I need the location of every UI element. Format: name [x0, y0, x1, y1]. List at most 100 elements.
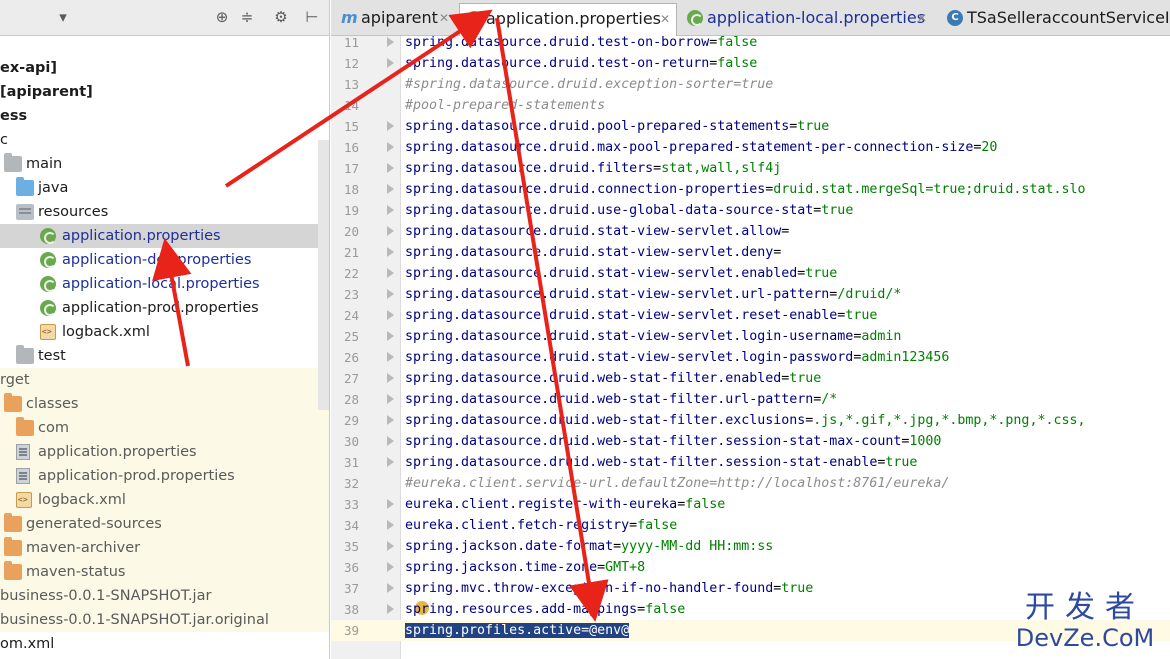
fold-marker-icon[interactable] — [387, 583, 394, 593]
fold-marker-icon[interactable] — [387, 520, 394, 530]
code-line[interactable]: 31 spring.datasource.druid.web-stat-filte… — [331, 452, 1170, 473]
fold-marker-icon[interactable] — [387, 394, 394, 404]
tree-item[interactable]: ex-api] — [0, 56, 329, 80]
tree-item[interactable]: maven-archiver — [0, 536, 329, 560]
project-scrollbar[interactable] — [318, 140, 329, 410]
fold-marker-icon[interactable] — [387, 310, 394, 320]
code-text: spring.datasource.druid.stat-view-servle… — [405, 221, 789, 242]
tab-service-impl[interactable]: C TSaSelleraccountServiceImp — [941, 3, 1170, 33]
tree-item[interactable]: application-prod.properties — [0, 296, 329, 320]
fold-marker-icon[interactable] — [387, 373, 394, 383]
code-line[interactable]: 23 spring.datasource.druid.stat-view-serv… — [331, 284, 1170, 305]
code-text: spring.datasource.druid.use-global-data-… — [405, 200, 853, 221]
code-line[interactable]: 24 spring.datasource.druid.stat-view-serv… — [331, 305, 1170, 326]
tree-item-label: application.properties — [38, 444, 197, 460]
fold-marker-icon[interactable] — [387, 268, 394, 278]
fold-marker-icon[interactable] — [387, 121, 394, 131]
fold-marker-icon[interactable] — [387, 331, 394, 341]
code-line[interactable]: 21 spring.datasource.druid.stat-view-serv… — [331, 242, 1170, 263]
fold-marker-icon[interactable] — [387, 604, 394, 614]
code-line[interactable]: 14 #pool-prepared-statements — [331, 95, 1170, 116]
fold-marker-icon[interactable] — [387, 541, 394, 551]
tree-item[interactable]: logback.xml — [0, 320, 329, 344]
code-line[interactable]: 26 spring.datasource.druid.stat-view-serv… — [331, 347, 1170, 368]
code-line[interactable]: 34 eureka.client.fetch-registry=false — [331, 515, 1170, 536]
collapse-all-icon[interactable]: ≑ — [238, 8, 256, 26]
hide-panel-icon[interactable]: ⊢ — [303, 8, 321, 26]
property-value: admin — [861, 329, 902, 344]
code-line[interactable]: 30 spring.datasource.druid.web-stat-filte… — [331, 431, 1170, 452]
code-line[interactable]: 29 spring.datasource.druid.web-stat-filte… — [331, 410, 1170, 431]
gear-icon[interactable]: ⚙ — [272, 8, 290, 26]
tree-item[interactable]: business-0.0.1-SNAPSHOT.jar — [0, 584, 329, 608]
tree-item[interactable]: om.xml — [0, 632, 329, 656]
fold-marker-icon[interactable] — [387, 226, 394, 236]
fold-marker-icon[interactable] — [387, 289, 394, 299]
tree-item[interactable]: classes — [0, 392, 329, 416]
tree-item-label: ess — [0, 108, 28, 124]
code-line[interactable]: 13 #spring.datasource.druid.exception-sor… — [331, 74, 1170, 95]
fold-marker-icon[interactable] — [387, 142, 394, 152]
code-line[interactable]: 33 eureka.client.register-with-eureka=fal… — [331, 494, 1170, 515]
code-line[interactable]: 11 spring.datasource.druid.test-on-borrow… — [331, 36, 1170, 53]
tree-item[interactable]: application.properties — [0, 440, 329, 464]
close-icon[interactable]: ✕ — [917, 3, 927, 33]
chevron-down-icon[interactable]: ▾ — [54, 8, 72, 26]
fold-marker-icon[interactable] — [387, 205, 394, 215]
tree-item[interactable]: application-dev.properties — [0, 248, 329, 272]
tree-item[interactable]: maven-status — [0, 560, 329, 584]
tree-item[interactable]: application-prod.properties — [0, 464, 329, 488]
code-line[interactable]: 19 spring.datasource.druid.use-global-dat… — [331, 200, 1170, 221]
tab-apiparent[interactable]: m apiparent ✕ — [335, 3, 453, 33]
tree-item[interactable]: business-0.0.1-SNAPSHOT.jar.original — [0, 608, 329, 632]
tree-item[interactable]: application-local.properties — [0, 272, 329, 296]
line-number: 37 — [343, 581, 359, 596]
fold-marker-icon[interactable] — [387, 436, 394, 446]
close-icon[interactable]: ✕ — [660, 4, 670, 34]
fold-marker-icon[interactable] — [387, 562, 394, 572]
tree-item[interactable]: generated-sources — [0, 512, 329, 536]
tree-item[interactable]: rget — [0, 368, 329, 392]
fold-marker-icon[interactable] — [387, 163, 394, 173]
code-editor[interactable]: 11 spring.datasource.druid.test-on-borrow… — [331, 36, 1170, 659]
tree-item[interactable]: main — [0, 152, 329, 176]
code-line[interactable]: 15 spring.datasource.druid.pool-prepared-… — [331, 116, 1170, 137]
fold-marker-icon[interactable] — [387, 184, 394, 194]
fold-marker-icon[interactable] — [387, 37, 394, 47]
tree-item[interactable]: application.properties — [0, 224, 329, 248]
fold-marker-icon[interactable] — [387, 499, 394, 509]
code-line[interactable]: 35 spring.jackson.date-format=yyyy-MM-dd … — [331, 536, 1170, 557]
code-line[interactable]: 17 spring.datasource.druid.filters=stat,w… — [331, 158, 1170, 179]
code-line[interactable]: 12 spring.datasource.druid.test-on-return… — [331, 53, 1170, 74]
tab-application-properties[interactable]: application.properties ✕ — [459, 3, 677, 36]
code-line[interactable]: 36 spring.jackson.time-zone=GMT+8 — [331, 557, 1170, 578]
code-line[interactable]: 16 spring.datasource.druid.max-pool-prepa… — [331, 137, 1170, 158]
tree-item[interactable]: logback.xml — [0, 488, 329, 512]
code-line[interactable]: 18 spring.datasource.druid.connection-pro… — [331, 179, 1170, 200]
tree-item[interactable]: java — [0, 176, 329, 200]
close-icon[interactable]: ✕ — [439, 3, 449, 33]
fold-marker-icon[interactable] — [387, 247, 394, 257]
tree-item-label: rget — [0, 372, 30, 388]
fold-marker-icon[interactable] — [387, 58, 394, 68]
fold-marker-icon[interactable] — [387, 352, 394, 362]
tree-item[interactable]: [apiparent] — [0, 80, 329, 104]
code-line[interactable]: 28 spring.datasource.druid.web-stat-filte… — [331, 389, 1170, 410]
code-line[interactable]: 32 #eureka.client.service-url.defaultZone… — [331, 473, 1170, 494]
crosshair-icon[interactable]: ⊕ — [213, 8, 231, 26]
tree-item[interactable]: c — [0, 128, 329, 152]
tree-item-label: application-local.properties — [62, 276, 260, 292]
code-line[interactable]: 22 spring.datasource.druid.stat-view-serv… — [331, 263, 1170, 284]
code-line[interactable]: 27 spring.datasource.druid.web-stat-filte… — [331, 368, 1170, 389]
tree-item[interactable]: test — [0, 344, 329, 368]
equals-sign: = — [637, 602, 646, 617]
tab-application-local-properties[interactable]: application-local.properties ✕ — [681, 3, 933, 33]
tree-item[interactable]: resources — [0, 200, 329, 224]
fold-marker-icon[interactable] — [387, 457, 394, 467]
tree-item[interactable]: ess — [0, 104, 329, 128]
tree-item[interactable]: com — [0, 416, 329, 440]
code-line[interactable]: 20 spring.datasource.druid.stat-view-serv… — [331, 221, 1170, 242]
fold-marker-icon[interactable] — [387, 415, 394, 425]
tree-item-label: generated-sources — [26, 516, 162, 532]
code-line[interactable]: 25 spring.datasource.druid.stat-view-serv… — [331, 326, 1170, 347]
